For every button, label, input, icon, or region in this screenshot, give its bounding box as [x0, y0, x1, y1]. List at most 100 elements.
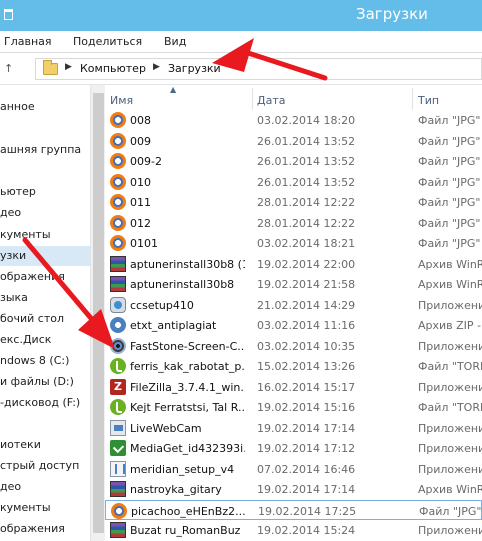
file-row[interactable]: ccsetup410 21.02.2014 14:29 Приложени [105, 295, 482, 316]
sidebar-item[interactable]: ndows 8 (C:) [0, 351, 90, 371]
file-date: 03.02.2014 11:16 [257, 319, 356, 332]
sidebar-item[interactable]: екс.Диск [0, 330, 90, 350]
breadcrumb-computer[interactable]: Компьютер [80, 62, 146, 75]
sidebar-item[interactable]: и файлы (D:) [0, 372, 90, 392]
file-date: 03.02.2014 18:20 [257, 114, 356, 127]
jpg-file-icon [110, 173, 126, 190]
file-name: Kejt Ferratstsi, Tal R... [130, 401, 245, 414]
torrent-icon [110, 358, 126, 374]
file-type: Файл "JPG" [418, 175, 481, 189]
sidebar-item[interactable]: део [0, 477, 90, 497]
file-row[interactable]: 0101 03.02.2014 18:21 Файл "JPG" [105, 233, 482, 254]
title-bar: Загрузки [0, 0, 482, 31]
file-name: nastroyka_gitary [130, 483, 222, 496]
file-row[interactable]: 010 26.01.2014 13:52 Файл "JPG" [105, 172, 482, 193]
file-name: FastStone-Screen-C... [130, 339, 245, 353]
column-header-type[interactable]: Тип [418, 94, 439, 107]
sidebar-item[interactable]: бочий стол [0, 309, 90, 329]
quick-access-icon[interactable] [4, 9, 13, 20]
file-type: Файл "JPG" [418, 155, 481, 168]
file-type: Файл "TORF [418, 401, 482, 414]
column-header-date[interactable]: Дата [257, 94, 285, 107]
file-row[interactable]: 008 03.02.2014 18:20 Файл "JPG" [105, 110, 482, 131]
sidebar-item[interactable]: ображения [0, 267, 90, 287]
sidebar-item[interactable]: -дисковод (F:) [0, 393, 90, 413]
file-row[interactable]: ferris_kak_rabotat_p... 15.02.2014 13:26 Ф… [105, 356, 482, 377]
file-row[interactable]: MediaGet_id432393i... 19.02.2014 17:12 При… [105, 438, 482, 459]
file-row[interactable]: aptunerinstall30b8 (1) 19.02.2014 22:00 Ар… [105, 254, 482, 275]
file-row[interactable]: FastStone-Screen-C... 03.02.2014 10:35 При… [105, 336, 482, 357]
scrollbar-thumb[interactable] [93, 93, 104, 533]
sidebar-item[interactable]: иотеки [0, 435, 90, 455]
file-type: Приложени [418, 339, 482, 353]
file-type: Приложени [418, 524, 482, 537]
file-type: Приложени [418, 442, 482, 455]
winrar-archive-icon [110, 255, 126, 272]
file-name: 009-2 [130, 155, 162, 168]
navigation-pane: анное ашняя группа ьютер део кументы узк… [0, 85, 90, 541]
file-date: 19.02.2014 15:16 [257, 401, 356, 414]
tab-share[interactable]: Поделиться [73, 35, 142, 48]
file-name: ccsetup410 [130, 298, 194, 312]
sidebar-item[interactable]: део [0, 203, 90, 223]
sidebar-item[interactable]: кументы [0, 498, 90, 518]
sidebar-item[interactable]: кументы [0, 225, 90, 245]
sidebar-item[interactable]: ьютер [0, 182, 90, 202]
file-date: 16.02.2014 15:17 [257, 380, 356, 394]
file-date: 21.02.2014 14:29 [257, 298, 356, 312]
file-name: FileZilla_3.7.4.1_win... [130, 380, 245, 394]
file-row[interactable]: Buzat ru_RomanBuz 19.02.2014 15:24 Приложе… [105, 520, 482, 541]
breadcrumb-separator-icon[interactable]: ▶ [153, 62, 160, 72]
file-name: MediaGet_id432393i... [130, 442, 245, 455]
navigation-bar: ↑ ▶ Компьютер ▶ Загрузки [0, 53, 482, 85]
file-name: aptunerinstall30b8 [130, 278, 235, 291]
faststone-icon [110, 337, 126, 354]
file-name: etxt_antiplagiat [130, 319, 217, 332]
file-row[interactable]: meridian_setup_v4 07.02.2014 16:46 Приложе… [105, 459, 482, 480]
breadcrumb-downloads[interactable]: Загрузки [168, 62, 221, 75]
file-row[interactable]: LiveWebCam 19.02.2014 17:14 Приложени [105, 418, 482, 439]
tab-view[interactable]: Вид [164, 35, 186, 48]
file-row[interactable]: etxt_antiplagiat 03.02.2014 11:16 Архив ZI… [105, 315, 482, 336]
file-date: 28.01.2014 12:22 [257, 216, 356, 230]
file-name: 008 [130, 114, 151, 127]
navigation-scrollbar[interactable] [90, 85, 105, 541]
file-name: 010 [130, 175, 151, 189]
sidebar-item[interactable]: стрый доступ [0, 456, 90, 476]
column-header-name[interactable]: Имя [110, 94, 133, 107]
file-date: 19.02.2014 15:24 [257, 524, 356, 537]
sidebar-item[interactable]: ашняя группа [0, 140, 90, 160]
file-row[interactable]: 009 26.01.2014 13:52 Файл "JPG" [105, 131, 482, 152]
file-row[interactable]: 011 28.01.2014 12:22 Файл "JPG" [105, 192, 482, 213]
tab-home[interactable]: Главная [4, 35, 52, 48]
sidebar-item[interactable]: анное [0, 97, 90, 117]
file-row[interactable]: 012 28.01.2014 12:22 Файл "JPG" [105, 213, 482, 234]
breadcrumb-separator-icon[interactable]: ▶ [65, 62, 72, 72]
column-divider[interactable] [252, 88, 253, 110]
file-date: 19.02.2014 21:58 [257, 278, 356, 291]
filezilla-icon [110, 378, 126, 395]
file-row[interactable]: nastroyka_gitary 19.02.2014 17:14 Архив Wi… [105, 479, 482, 500]
sidebar-item-selected[interactable]: узки [0, 246, 90, 266]
file-row-selected[interactable]: picachoo_eHEnBz2... 19.02.2014 17:25 Файл … [105, 499, 482, 520]
file-row[interactable]: 009-2 26.01.2014 13:52 Файл "JPG" [105, 151, 482, 172]
file-row[interactable]: Kejt Ferratstsi, Tal R... 19.02.2014 15:1… [105, 397, 482, 418]
file-row[interactable]: aptunerinstall30b8 19.02.2014 21:58 Архив … [105, 274, 482, 295]
file-row[interactable]: FileZilla_3.7.4.1_win... 16.02.2014 15:17… [105, 377, 482, 398]
file-type: Файл "TORF [418, 360, 482, 373]
sidebar-item[interactable]: зыка [0, 288, 90, 308]
file-name: 009 [130, 134, 151, 148]
up-arrow-icon[interactable]: ↑ [4, 62, 13, 75]
winrar-archive-icon [110, 522, 126, 538]
file-name: LiveWebCam [130, 421, 202, 435]
file-type: Архив WinR [418, 278, 482, 291]
file-type: Файл "JPG" [418, 237, 481, 250]
file-type: Приложени [418, 298, 482, 312]
file-type: Файл "JPG" [418, 196, 481, 209]
column-divider[interactable] [412, 88, 413, 110]
file-date: 19.02.2014 17:12 [257, 442, 356, 455]
sidebar-item[interactable]: ображения [0, 519, 90, 539]
file-name: Buzat ru_RomanBuz [130, 524, 241, 537]
address-bar[interactable]: ▶ Компьютер ▶ Загрузки [35, 58, 482, 80]
ribbon-tabs: Главная Поделиться Вид [0, 31, 482, 53]
